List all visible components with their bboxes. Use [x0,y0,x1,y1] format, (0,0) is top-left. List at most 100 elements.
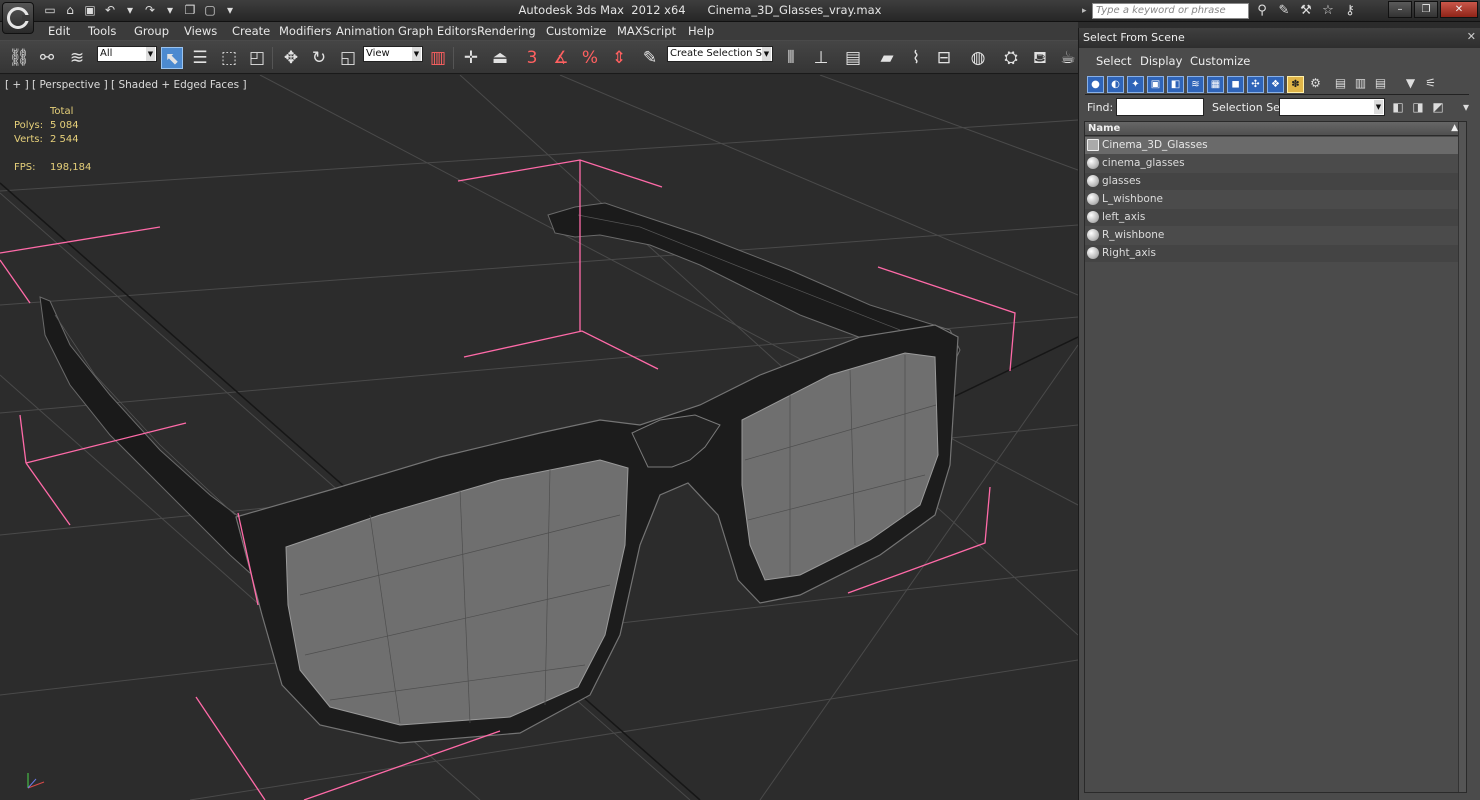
filter-funnel-icon[interactable]: ▼ [1402,76,1419,93]
scene-object-list[interactable]: Name ▲ Cinema_3D_Glasses cinema_glasses … [1084,121,1467,793]
pivot-center-icon[interactable]: ▥ [427,47,449,69]
mirror-icon[interactable]: ⫴ [780,47,802,69]
menu-help[interactable]: Help [688,24,714,38]
infocenter-collapse-icon[interactable]: ▸ [1082,3,1090,19]
display-hidden-icon[interactable]: ⚙ [1307,76,1324,93]
list-item-glasses[interactable]: glasses [1085,173,1458,190]
select-manipulate-icon[interactable]: ✛ [460,47,482,69]
menu-create[interactable]: Create [232,24,270,38]
redo-icon[interactable]: ↷ [142,3,158,18]
display-lights-icon[interactable]: ✦ [1127,76,1144,93]
list-item-left-axis[interactable]: left_axis [1085,209,1458,226]
list-item-r-wishbone[interactable]: R_wishbone [1085,227,1458,244]
bind-space-warp-icon[interactable]: ≋ [66,47,88,69]
render-setup-icon[interactable]: ⛭ [1000,47,1022,69]
filter-list-icon[interactable]: ⚟ [1422,76,1439,93]
minimize-button[interactable]: – [1388,1,1412,18]
perspective-viewport[interactable]: [ + ] [ Perspective ] [ Shaded + Edged F… [0,75,1078,800]
window-crossing-icon[interactable]: ◰ [246,47,268,69]
binoculars-icon[interactable]: ⚲ [1254,3,1270,19]
dialog-menu-customize[interactable]: Customize [1190,54,1250,68]
render-production-icon[interactable]: ☕ [1057,47,1079,69]
list-item-l-wishbone[interactable]: L_wishbone [1085,191,1458,208]
list-item-cinema-3d-glasses[interactable]: Cinema_3D_Glasses [1085,137,1458,154]
spinner-snap-icon[interactable]: ⇕ [608,47,630,69]
menu-rendering[interactable]: Rendering [477,24,536,38]
menu-views[interactable]: Views [184,24,217,38]
hold-icon[interactable]: ❐ [182,3,198,18]
select-and-link-icon[interactable]: ⛓ [8,47,30,69]
selection-filter-dropdown[interactable]: All [97,46,157,62]
keyword-search-input[interactable]: Type a keyword or phrase [1092,3,1249,19]
menu-animation[interactable]: Animation [336,24,395,38]
menu-maxscript[interactable]: MAXScript [617,24,676,38]
list-scrollbar[interactable] [1458,122,1466,792]
display-none-icon[interactable]: ▥ [1352,76,1369,93]
select-invert-icon[interactable]: ◩ [1431,99,1445,115]
display-invert-icon[interactable]: ▤ [1372,76,1389,93]
name-column-header[interactable]: Name ▲ [1085,122,1466,136]
select-object-icon[interactable]: ⬉ [161,47,183,69]
undo-icon[interactable]: ↶ [102,3,118,18]
material-editor-icon[interactable]: ◍ [967,47,989,69]
display-xrefs-icon[interactable]: ◼ [1227,76,1244,93]
dialog-close-icon[interactable]: ✕ [1467,30,1476,43]
scale-icon[interactable]: ◱ [337,47,359,69]
dialog-menu-display[interactable]: Display [1140,54,1182,68]
named-selection-dropdown[interactable]: Create Selection Se [667,46,773,62]
angle-snap-icon[interactable]: ∡ [550,47,572,69]
rendered-frame-icon[interactable]: ⛾ [1029,47,1051,69]
menu-edit[interactable]: Edit [48,24,70,38]
find-input[interactable] [1116,98,1204,116]
display-all-icon[interactable]: ▤ [1332,76,1349,93]
display-space-warps-icon[interactable]: ≋ [1187,76,1204,93]
favorites-star-icon[interactable]: ☆ [1320,3,1336,19]
new-file-icon[interactable]: ▭ [42,3,58,18]
qat-customize-icon[interactable]: ▾ [222,3,238,18]
display-shapes-icon[interactable]: ◐ [1107,76,1124,93]
help-key-icon[interactable]: ⚷ [1342,3,1358,19]
move-icon[interactable]: ✥ [280,47,302,69]
layer-manager-icon[interactable]: ▤ [842,47,864,69]
redo-dropdown-icon[interactable]: ▾ [162,3,178,18]
menu-group[interactable]: Group [134,24,169,38]
rectangle-selection-icon[interactable]: ⬚ [218,47,240,69]
collapse-toolbar-icon[interactable]: ▾ [1459,99,1473,115]
menu-graph-editors[interactable]: Graph Editors [398,24,477,38]
display-geometry-icon[interactable]: ● [1087,76,1104,93]
menu-modifiers[interactable]: Modifiers [279,24,332,38]
menu-tools[interactable]: Tools [88,24,116,38]
display-cameras-icon[interactable]: ▣ [1147,76,1164,93]
keyboard-shortcut-override-icon[interactable]: ⏏ [489,47,511,69]
reference-coordinate-dropdown[interactable]: View [363,46,423,62]
edit-named-selection-icon[interactable]: ✎ [639,47,661,69]
menu-customize[interactable]: Customize [546,24,606,38]
list-item-cinema-glasses[interactable]: cinema_glasses [1085,155,1458,172]
list-item-right-axis[interactable]: Right_axis [1085,245,1458,262]
display-bones-icon[interactable]: ✣ [1247,76,1264,93]
undo-dropdown-icon[interactable]: ▾ [122,3,138,18]
percent-snap-icon[interactable]: % [579,47,601,69]
app-logo-button[interactable] [2,2,34,34]
select-by-name-icon[interactable]: ☰ [189,47,211,69]
graphite-modeling-icon[interactable]: ▰ [876,47,898,69]
viewport-scene[interactable] [0,75,1078,800]
select-none-icon[interactable]: ◨ [1411,99,1425,115]
schematic-view-icon[interactable]: ⊟ [933,47,955,69]
communication-icon[interactable]: ⚒ [1298,3,1314,19]
left-temple-arm[interactable] [39,296,263,574]
close-button[interactable]: ✕ [1440,1,1478,18]
restore-button[interactable]: ❐ [1414,1,1438,18]
selection-set-dropdown[interactable] [1279,98,1385,116]
dialog-menu-select[interactable]: Select [1096,54,1131,68]
display-helpers-icon[interactable]: ◧ [1167,76,1184,93]
display-frozen-icon[interactable]: ✽ [1287,76,1304,93]
display-containers-icon[interactable]: ❖ [1267,76,1284,93]
curve-editor-icon[interactable]: ⌇ [905,47,927,69]
subscription-icon[interactable]: ✎ [1276,3,1292,19]
project-folder-icon[interactable]: ▢ [202,3,218,18]
viewport-label[interactable]: [ + ] [ Perspective ] [ Shaded + Edged F… [5,79,247,91]
unlink-icon[interactable]: ⚯ [36,47,58,69]
snaps-toggle-icon[interactable]: 3 [521,47,543,69]
display-groups-icon[interactable]: ▦ [1207,76,1224,93]
